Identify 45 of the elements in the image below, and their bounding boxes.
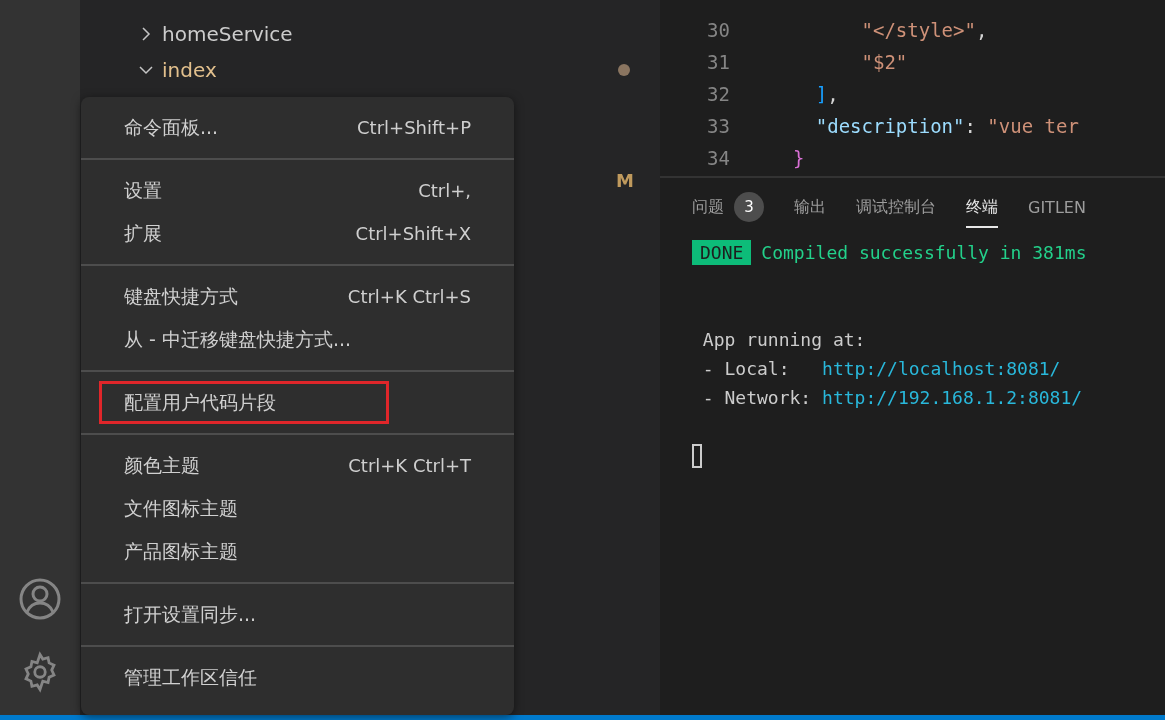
git-status-mark: M <box>616 170 634 191</box>
status-badge: DONE <box>692 240 752 265</box>
modified-dot-icon <box>618 64 630 76</box>
shortcut-text: Ctrl+Shift+X <box>355 223 471 244</box>
account-icon[interactable] <box>18 577 62 621</box>
menu-item[interactable]: 打开设置同步... <box>81 593 514 636</box>
panel-tab[interactable]: 问题 3 <box>692 188 764 228</box>
line-number: 30 <box>706 19 731 41</box>
shortcut-text: Ctrl+K Ctrl+T <box>348 455 471 476</box>
line-number: 31 <box>706 51 731 73</box>
shortcut-text: Ctrl+Shift+P <box>357 117 471 138</box>
panel-tab[interactable]: 调试控制台 <box>856 188 936 228</box>
menu-item[interactable]: 键盘快捷方式 Ctrl+K Ctrl+S <box>81 275 514 318</box>
code-line: ], <box>814 83 839 105</box>
menu-item[interactable]: 扩展 Ctrl+Shift+X <box>81 212 514 255</box>
terminal-cursor <box>692 443 702 468</box>
terminal-text: - Local: <box>701 358 791 379</box>
tree-item[interactable]: homeService <box>80 16 660 52</box>
url-link[interactable]: http://localhost:8081/ <box>822 358 1061 379</box>
menu-item[interactable]: 设置 Ctrl+, <box>81 169 514 212</box>
menu-item[interactable]: 配置用户代码片段 <box>99 381 389 424</box>
menu-item[interactable]: 文件图标主题 <box>81 487 514 530</box>
code-line: "</style>", <box>860 19 988 41</box>
menu-item[interactable]: 颜色主题 Ctrl+K Ctrl+T <box>81 444 514 487</box>
panel-tab[interactable]: 终端 <box>966 188 998 228</box>
code-line: "$2" <box>860 51 908 73</box>
panel-tab[interactable]: 输出 <box>794 188 826 228</box>
terminal-text: - Network: <box>701 387 813 408</box>
line-number: 33 <box>706 115 731 137</box>
terminal-text: Compiled successfully in 381ms <box>761 242 1087 263</box>
menu-item[interactable]: 命令面板... Ctrl+Shift+P <box>81 106 514 149</box>
panel-tab[interactable]: GITLEN <box>1028 188 1086 228</box>
tree-item[interactable]: index <box>80 52 660 88</box>
terminal-text: App running at: <box>701 329 866 350</box>
menu-item[interactable]: 从 - 中迁移键盘快捷方式... <box>81 318 514 361</box>
menu-item[interactable]: 产品图标主题 <box>81 530 514 573</box>
shortcut-text: Ctrl+, <box>418 180 471 201</box>
url-link[interactable]: http://192.168.1.2:8081/ <box>822 387 1083 408</box>
count-badge: 3 <box>734 192 764 222</box>
code-line: } <box>791 147 805 169</box>
line-number: 32 <box>706 83 731 105</box>
line-number: 34 <box>706 147 731 169</box>
menu-item[interactable]: 管理工作区信任 <box>81 656 514 699</box>
shortcut-text: Ctrl+K Ctrl+S <box>347 286 471 307</box>
code-line: "description": "vue ter <box>814 115 1079 137</box>
